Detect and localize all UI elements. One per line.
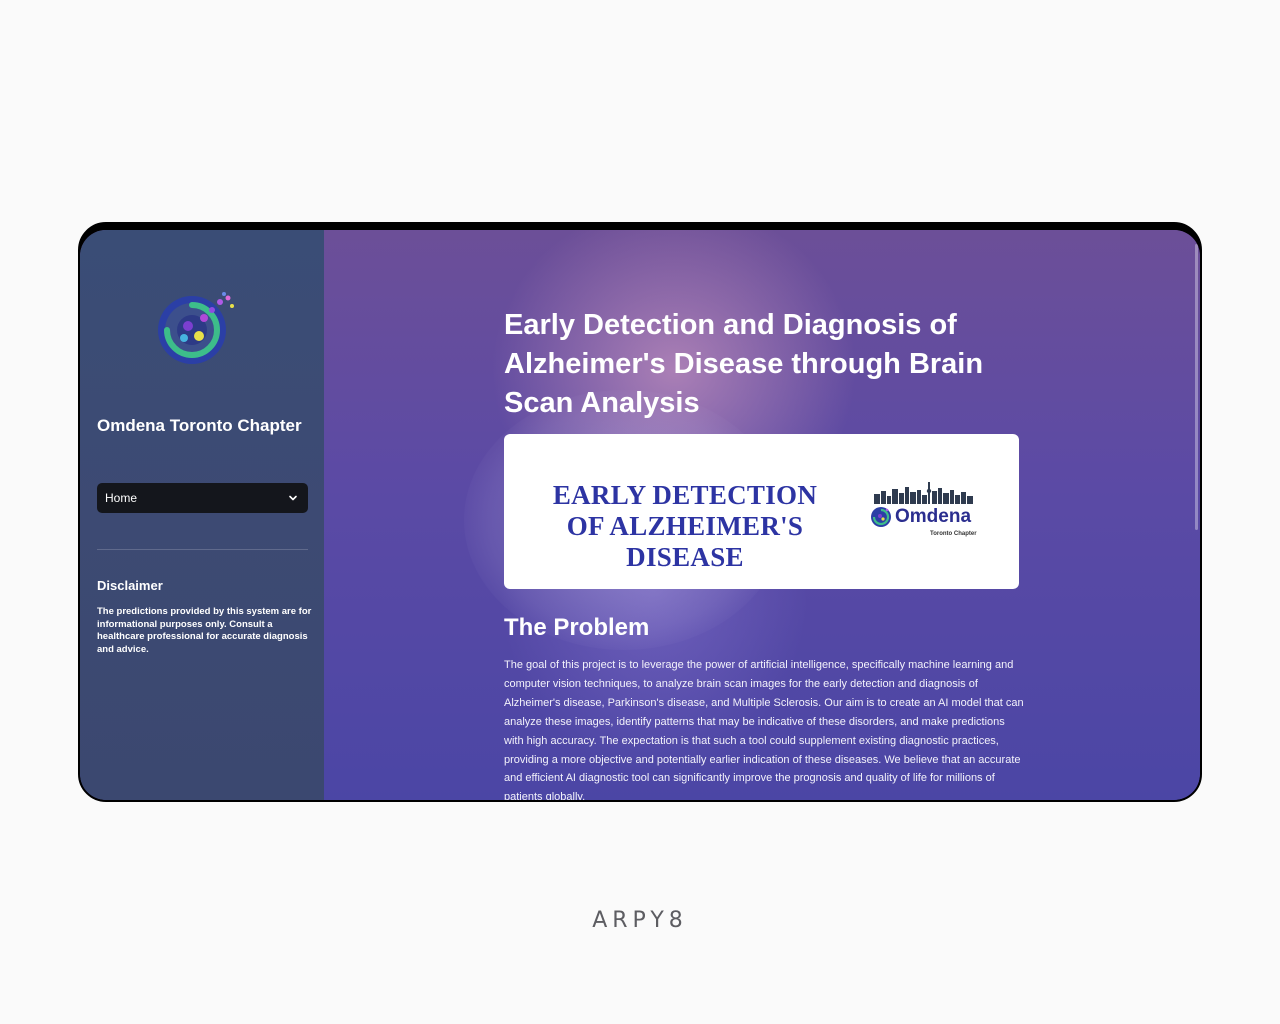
- device-frame: Omdena Toronto Chapter Home Disclaimer T…: [78, 222, 1202, 802]
- toronto-skyline-icon: [874, 482, 973, 504]
- footer-brand: ARPY8: [592, 908, 688, 933]
- omdena-brand-subtitle: Toronto Chapter: [930, 531, 977, 537]
- page-select-dropdown[interactable]: Home: [97, 483, 308, 513]
- omdena-brand-name: Omdena: [895, 506, 972, 527]
- omdena-brand: Omdena: [870, 506, 971, 528]
- org-name: Omdena Toronto Chapter: [97, 416, 302, 435]
- hero-banner: EARLY DETECTION OF ALZHEIMER'S DISEASE O…: [504, 434, 1019, 589]
- disclaimer-text: The predictions provided by this system …: [97, 606, 312, 655]
- problem-heading: The Problem: [504, 614, 650, 641]
- app-window: Omdena Toronto Chapter Home Disclaimer T…: [80, 230, 1200, 800]
- sidebar-divider: [97, 549, 308, 550]
- omdena-mark-icon: [871, 507, 891, 527]
- banner-text: EARLY DETECTION OF ALZHEIMER'S DISEASE: [552, 480, 818, 572]
- disclaimer-title: Disclaimer: [97, 578, 163, 593]
- scrollbar[interactable]: [1195, 244, 1198, 530]
- sidebar: Omdena Toronto Chapter Home Disclaimer T…: [80, 230, 324, 800]
- chevron-down-icon: [289, 495, 297, 501]
- omdena-banner-logo: Omdena Toronto Chapter: [870, 482, 980, 542]
- page-select-value: Home: [105, 491, 138, 505]
- page-title: Early Detection and Diagnosis of Alzheim…: [504, 309, 984, 419]
- problem-body: The goal of this project is to leverage …: [504, 659, 1024, 800]
- omdena-logo-icon: [158, 292, 234, 364]
- main-content: Early Detection and Diagnosis of Alzheim…: [324, 230, 1200, 800]
